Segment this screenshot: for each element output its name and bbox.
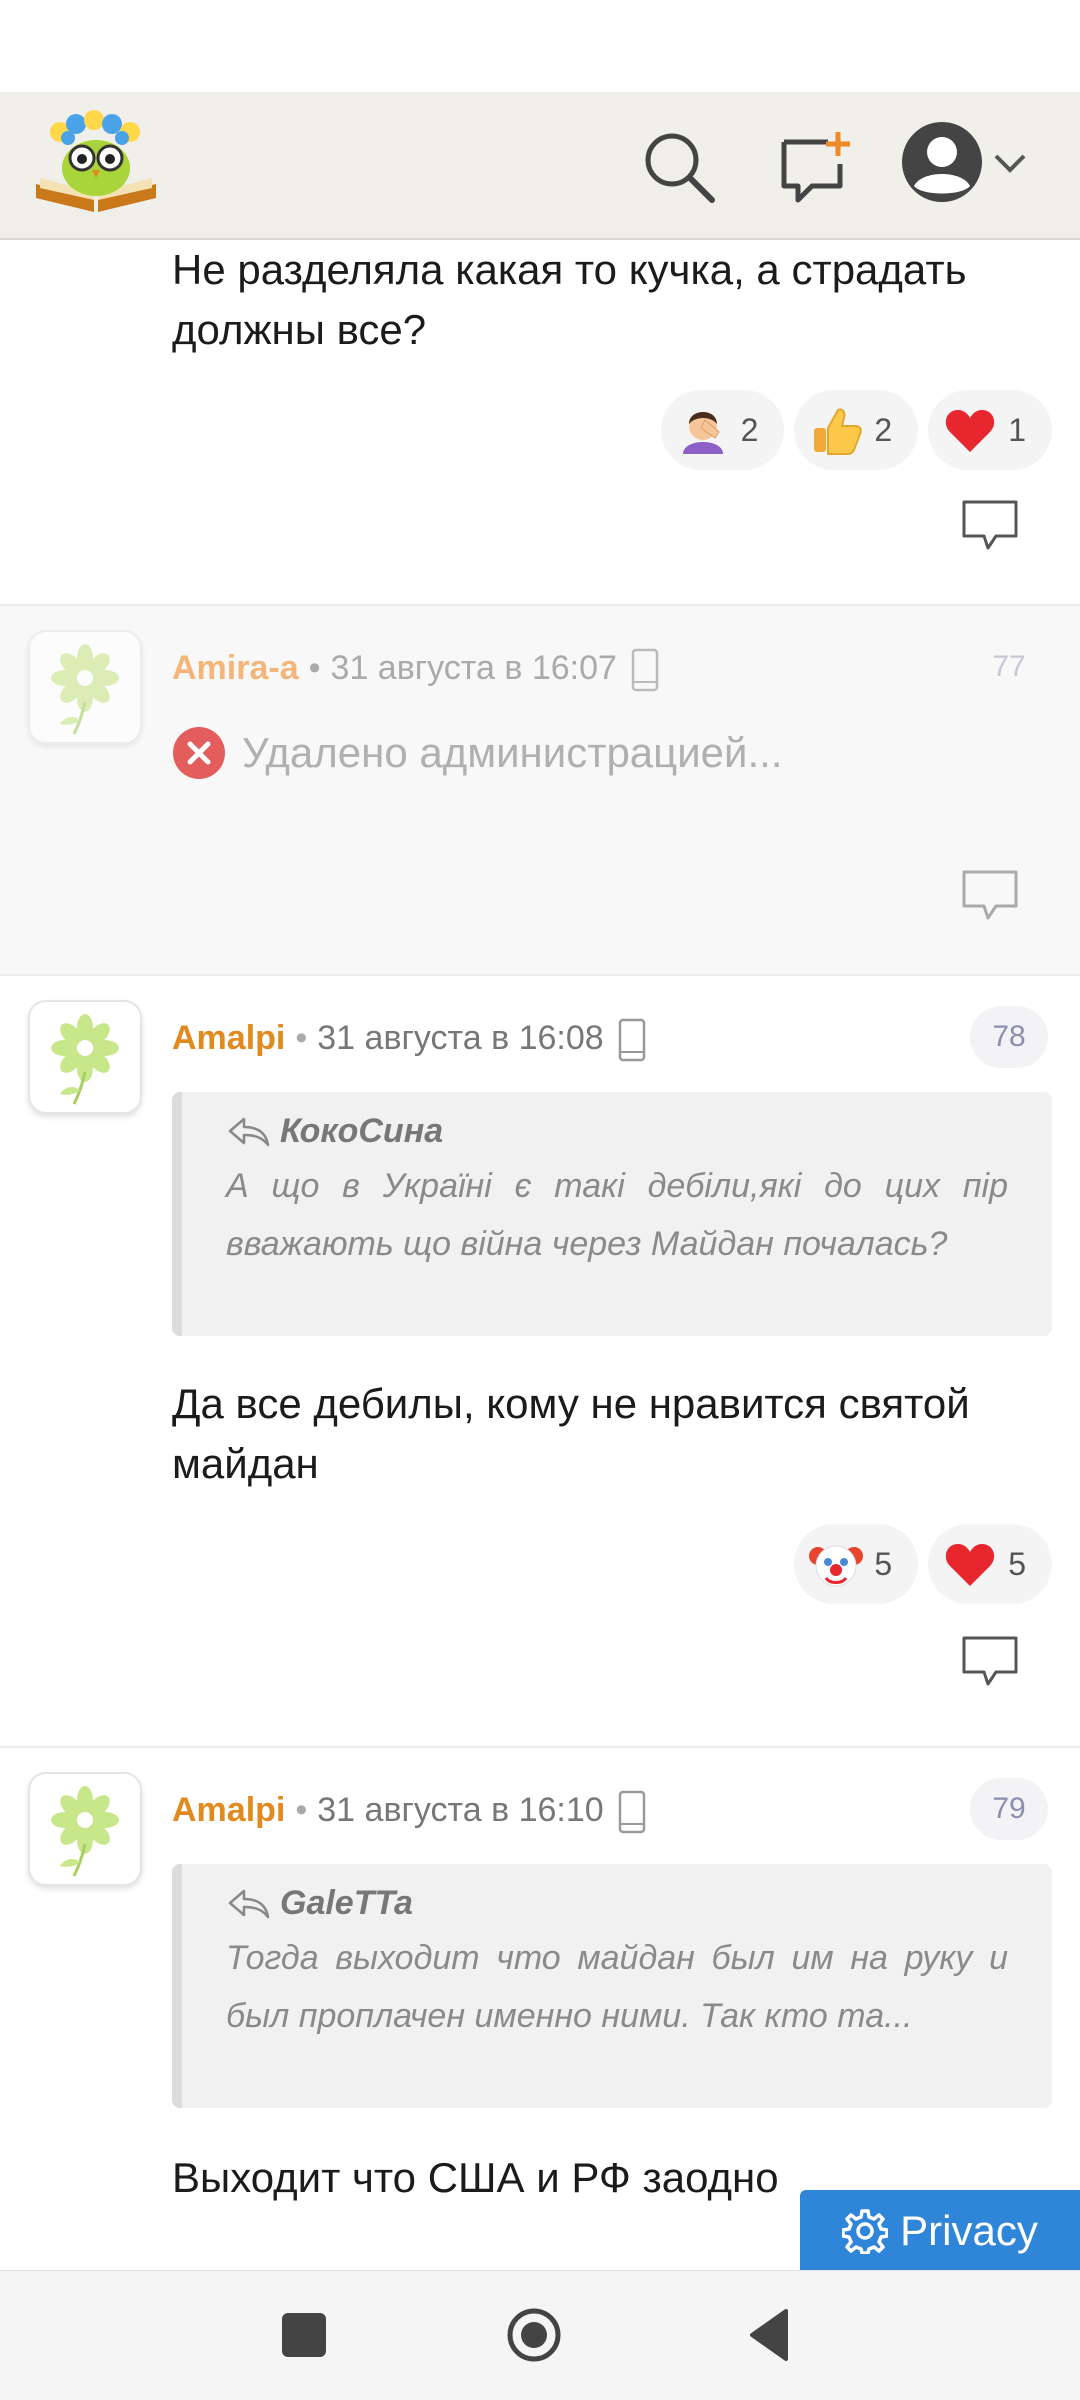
comment-item: Amira-a • 31 августа в 16:07 77 Удалено ад…	[0, 606, 1080, 976]
comment-number[interactable]: 77	[970, 636, 1048, 698]
avatar[interactable]	[28, 630, 142, 744]
system-navigation-bar	[0, 2270, 1080, 2400]
reply-arrow-icon	[228, 1117, 270, 1146]
mobile-device-icon	[618, 1018, 645, 1062]
reaction-count: 2	[740, 411, 759, 448]
top-app-bar	[0, 92, 1080, 240]
gear-icon	[842, 2209, 889, 2254]
quoted-comment[interactable]: КокоСина А що в Україні є такі дебіли,як…	[172, 1092, 1052, 1336]
home-button[interactable]	[506, 2307, 562, 2363]
recent-apps-button[interactable]	[282, 2313, 326, 2357]
deleted-notice: Удалено администрацией...	[172, 726, 783, 780]
mobile-device-icon	[618, 1790, 645, 1834]
flower-avatar-icon	[51, 644, 119, 735]
heart-emoji-icon	[946, 1544, 995, 1586]
avatar[interactable]	[28, 1772, 142, 1886]
reply-comment-icon[interactable]	[960, 498, 1020, 552]
reaction-facepalm[interactable]: 2	[660, 390, 785, 470]
comment-date: 31 августа в 16:08	[317, 1018, 604, 1057]
comment-author[interactable]: Amalpi	[172, 1019, 285, 1057]
avatar[interactable]	[28, 1000, 142, 1114]
quoted-comment[interactable]: GaleTTa Тогда выходит что майдан был им …	[172, 1864, 1052, 2108]
comment-item: Amalpi • 31 августа в 16:08 78 КокоСина А …	[0, 976, 1080, 1748]
reaction-count: 1	[1008, 411, 1026, 448]
thumbs-up-emoji-icon	[814, 408, 863, 455]
deleted-text: Удалено администрацией...	[242, 729, 783, 776]
comment-number[interactable]: 78	[970, 1006, 1048, 1068]
reaction-count: 2	[874, 411, 893, 448]
reactions-bar: 2 2 1	[660, 390, 1052, 470]
reply-comment-icon[interactable]	[960, 868, 1020, 922]
comment-author[interactable]: Amira-a	[172, 649, 299, 687]
mobile-device-icon	[631, 648, 659, 692]
quote-author: GaleTTa	[226, 1884, 1008, 1923]
flower-avatar-icon	[51, 1786, 119, 1877]
reaction-thumbs-up[interactable]: 2	[794, 390, 919, 470]
new-post-icon[interactable]	[776, 128, 854, 206]
search-icon[interactable]	[640, 128, 718, 206]
privacy-label: Privacy	[900, 2207, 1038, 2254]
heart-emoji-icon	[946, 410, 995, 452]
status-bar-area	[0, 0, 1080, 92]
reaction-heart[interactable]: 1	[928, 390, 1052, 470]
facepalm-emoji-icon	[682, 412, 723, 454]
flower-avatar-icon	[51, 1014, 119, 1105]
comments-feed: Не разделяла какая то кучка, а страдать …	[0, 240, 1080, 2270]
comment-date: 31 августа в 16:07	[330, 648, 617, 687]
back-button[interactable]	[746, 2307, 790, 2363]
quote-author-name: GaleTTa	[280, 1884, 413, 1922]
clown-emoji-icon	[809, 1545, 864, 1587]
reply-comment-icon[interactable]	[960, 1634, 1020, 1688]
site-logo[interactable]	[32, 106, 160, 216]
close-icon	[173, 727, 225, 779]
quote-text: Тогда выходит что майдан был им на руку …	[226, 1939, 1008, 2035]
comment-meta: Amalpi • 31 августа в 16:08	[172, 1018, 646, 1062]
chevron-down-icon[interactable]	[990, 144, 1030, 184]
quote-author-name: КокоСина	[280, 1112, 444, 1150]
reaction-clown[interactable]: 5	[794, 1524, 919, 1604]
comment-author[interactable]: Amalpi	[172, 1791, 285, 1829]
comment-date: 31 августа в 16:10	[317, 1790, 604, 1829]
owl-book-logo	[36, 110, 156, 212]
comment-meta: Amira-a • 31 августа в 16:07	[172, 648, 659, 692]
quote-author: КокоСина	[226, 1112, 1008, 1151]
comment-item: Не разделяла какая то кучка, а страдать …	[0, 240, 1080, 606]
reactions-bar: 5 5	[794, 1524, 1052, 1604]
reaction-count: 5	[874, 1545, 893, 1582]
user-avatar-icon[interactable]	[900, 120, 984, 204]
reaction-count: 5	[1008, 1545, 1026, 1582]
privacy-button[interactable]: Privacy	[800, 2190, 1080, 2272]
comment-number[interactable]: 79	[970, 1778, 1048, 1840]
comment-text: Да все дебилы, кому не нравится святой м…	[172, 1380, 970, 1487]
quote-text: А що в Україні є такі дебіли,які до цих …	[226, 1167, 1008, 1263]
comment-text: Не разделяла какая то кучка, а страдать …	[172, 246, 967, 353]
reaction-heart[interactable]: 5	[928, 1524, 1052, 1604]
comment-meta: Amalpi • 31 августа в 16:10	[172, 1790, 646, 1834]
reply-arrow-icon	[228, 1889, 270, 1918]
